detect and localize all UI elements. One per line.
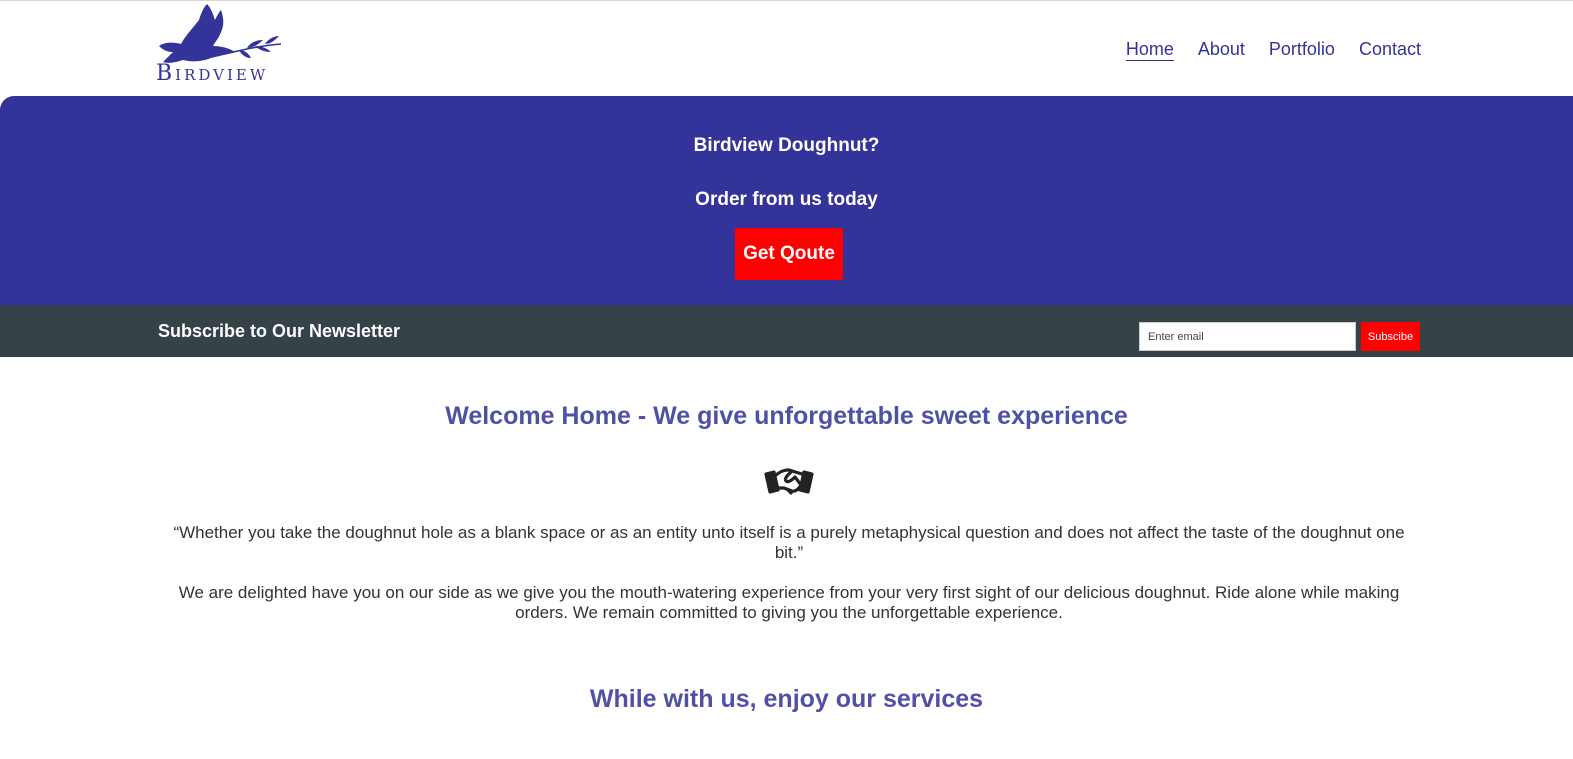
hero-subtitle: Order from us today bbox=[695, 189, 878, 210]
nav-about[interactable]: About bbox=[1198, 39, 1245, 61]
nav-home[interactable]: Home bbox=[1125, 39, 1174, 61]
hero-title: Birdview Doughnut? bbox=[693, 135, 880, 156]
newsletter-title: Subscribe to Our Newsletter bbox=[158, 321, 401, 341]
newsletter-bar: Subscribe to Our Newsletter Subscibe bbox=[0, 305, 1573, 357]
site-header: Birdview Home About Portfolio Contact bbox=[0, 1, 1573, 96]
nav-contact[interactable]: Contact bbox=[1359, 39, 1421, 61]
email-field[interactable] bbox=[1139, 322, 1356, 351]
handshake-icon bbox=[764, 468, 814, 495]
logo-text: Birdview bbox=[156, 61, 269, 86]
doughnut-quote: “Whether you take the doughnut hole as a… bbox=[173, 523, 1405, 562]
welcome-heading: Welcome Home - We give unforgettable swe… bbox=[445, 402, 1128, 430]
get-quote-button[interactable]: Get Qoute bbox=[735, 228, 843, 280]
intro-paragraph: We are delighted have you on our side as… bbox=[178, 583, 1400, 622]
logo[interactable]: Birdview bbox=[155, 2, 295, 86]
subscribe-button[interactable]: Subscibe bbox=[1361, 322, 1420, 351]
services-heading: While with us, enjoy our services bbox=[589, 685, 984, 713]
hero-banner: Birdview Doughnut? Order from us today G… bbox=[0, 96, 1573, 305]
main-nav: Home About Portfolio Contact bbox=[1125, 39, 1421, 61]
dove-icon bbox=[159, 4, 282, 63]
nav-portfolio[interactable]: Portfolio bbox=[1269, 39, 1335, 61]
